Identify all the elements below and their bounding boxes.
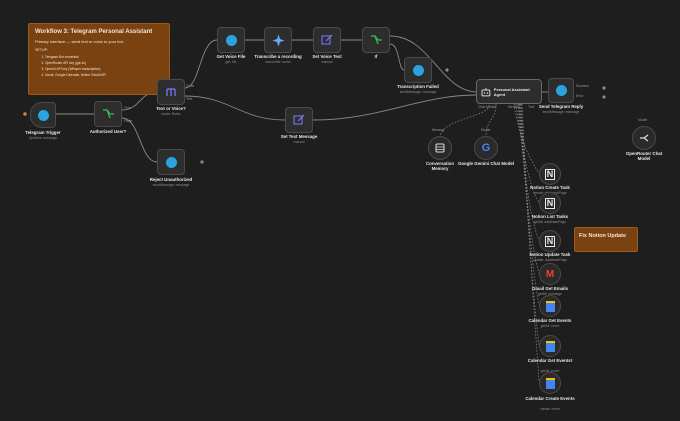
notion-icon: N [544,197,556,209]
gmail-icon: M [545,268,555,280]
node-subtitle: getAll: databasePage [533,220,567,224]
database-icon [435,143,445,153]
node-send-telegram-reply[interactable] [548,78,574,103]
robot-icon [481,87,491,96]
node-label: Notion Update Task [529,252,571,257]
port-label-model: Model [638,118,648,122]
port-label-text: Text [186,97,193,101]
node-notion-list-tasks[interactable]: N [539,192,561,214]
node-label: Personal Assistant Agent [493,86,530,97]
node-gmail-get-emails[interactable]: M [539,263,561,285]
node-subtitle: sendMessage: message [399,90,437,94]
port-label-voice: Voice [186,84,195,88]
node-get-voice-file[interactable] [217,27,245,53]
node-label: If [374,54,378,59]
telegram-icon [37,109,49,121]
node-subtitle: getAll: event [540,324,560,328]
telegram-icon [555,85,567,96]
notion-icon: N [544,168,556,180]
node-label: Send Telegram Reply [538,104,584,109]
node-notion-update-task[interactable]: N [539,230,561,252]
openrouter-icon [640,134,649,142]
notion-icon: N [544,235,556,247]
node-label: Reject Unauthorized [149,177,193,182]
note-title: Workflow 3: Telegram Personal Assistant [35,29,153,35]
node-openrouter[interactable] [632,126,656,150]
edge-switch-voice [184,39,218,89]
node-authorized-user[interactable] [94,101,122,127]
port-label-chat-model: Chat Model* [478,105,497,109]
node-label: Notion List Tasks [531,214,569,219]
node-text-or-voice[interactable] [157,79,185,105]
note-description: Primary interface — send text or voice t… [35,39,124,44]
note-setup-heading: SETUP: [35,48,48,52]
node-subtitle: sendMessage: message [542,110,580,114]
node-label: Google Gemini Chat Model [457,161,515,166]
node-label: Text or Voice? [156,106,186,111]
node-subtitle: create: event [540,407,560,411]
port-label-memory: Memory [432,128,445,132]
node-transcription-failed[interactable] [404,57,432,83]
calendar-icon [545,340,555,352]
edit-icon [321,34,333,45]
edit-icon [293,114,305,125]
port-label-true: True [124,106,131,110]
note-step: Gmail, Google Calendar, Notion OAuth/API [45,72,163,78]
node-calendar-get-events[interactable] [539,295,561,317]
node-if[interactable] [362,27,390,53]
fix-note-text: Fix Notion Update [579,233,627,239]
node-subtitle: Updates: message [28,136,58,140]
edge-settext-agent [312,94,477,121]
filter-icon [102,109,114,119]
node-label: Transcription Failed [397,84,439,89]
note-steps: Telegram Bot credential OpenRouter API k… [35,54,163,78]
node-label: Gmail Get Emails [531,286,569,291]
node-calendar-create-events[interactable] [539,372,561,394]
node-notion-create-task[interactable]: N [539,163,561,185]
node-label: OpenRouter Chat Model [625,151,663,161]
port-label-error: Error [576,94,584,98]
node-subtitle: sendMessage: message [152,183,190,187]
edge-auth-reject [121,117,158,163]
node-label: Authorized User? [89,129,127,134]
port-label-success: Success [576,84,589,88]
google-icon: G [481,142,491,154]
node-calendar-get-eventst[interactable] [539,335,561,357]
sparkle-icon [272,34,284,46]
node-telegram-trigger[interactable] [30,102,56,128]
port-label-model: Model [481,128,491,132]
switch-icon [166,88,176,96]
node-personal-assistant-agent[interactable]: Personal Assistant Agent [476,79,542,104]
node-label: Set Text Message [280,134,318,139]
fix-sticky-note[interactable]: Fix Notion Update [574,227,638,252]
node-subtitle: mode: Rules [161,112,181,116]
node-transcribe[interactable] [264,27,292,53]
calendar-icon [545,377,555,389]
port-label-memory: Memory [508,105,521,109]
node-reject-unauthorized[interactable] [157,149,185,175]
node-subtitle: manual [321,60,333,64]
node-label: Calendar Create Events [525,396,575,401]
telegram-icon [225,34,237,46]
node-label: Conversation Memory [425,161,455,171]
workflow-sticky-note[interactable]: Workflow 3: Telegram Personal Assistant … [28,23,170,95]
node-subtitle: manual [293,140,305,144]
node-label: Telegram Trigger [25,130,61,135]
telegram-icon [165,156,177,168]
node-google-gemini[interactable]: G [474,136,498,160]
telegram-icon [412,64,424,76]
node-conversation-memory[interactable] [428,136,452,160]
port-label-false: False [124,119,133,123]
node-subtitle: update: databasePage [532,258,568,262]
calendar-icon [545,300,555,312]
node-label: Notion Create Task [530,185,570,190]
edge-memory-agent [439,103,491,139]
node-set-voice-text[interactable] [313,27,341,53]
node-set-text-message[interactable] [285,107,313,133]
node-label: Calendar Get Events [528,318,572,323]
node-label: Calendar Get Eventst [527,358,573,363]
filter-icon [370,35,382,45]
